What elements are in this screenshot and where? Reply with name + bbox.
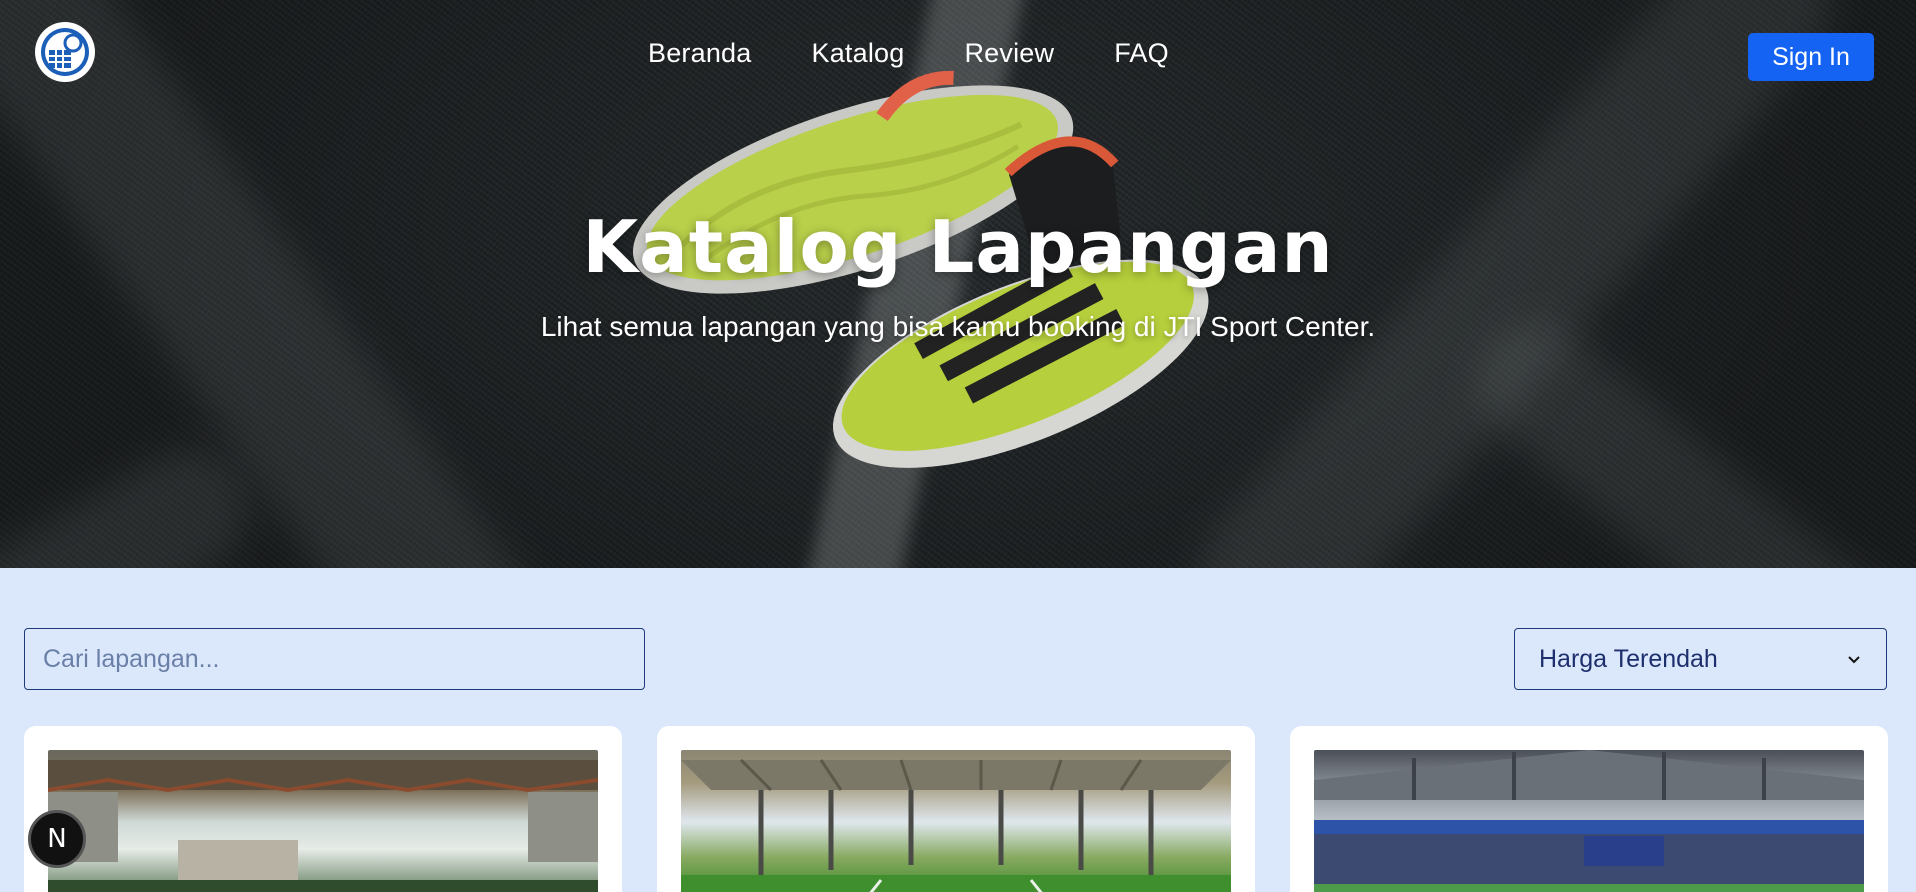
court-image (681, 750, 1231, 892)
sort-select[interactable]: Harga Terendah (1514, 628, 1887, 690)
sign-in-button[interactable]: Sign In (1748, 33, 1874, 81)
main-nav: Beranda Katalog Review FAQ (648, 38, 1169, 69)
page-title: Katalog Lapangan (582, 205, 1334, 289)
court-card[interactable] (24, 726, 622, 892)
hero-banner: Beranda Katalog Review FAQ Sign In Katal… (0, 0, 1916, 568)
nav-link-katalog[interactable]: Katalog (811, 38, 904, 69)
chevron-down-icon (1848, 656, 1860, 664)
globe-logo-icon (41, 28, 89, 76)
search-input[interactable] (24, 628, 645, 690)
nav-link-faq[interactable]: FAQ (1114, 38, 1169, 69)
court-card[interactable] (657, 726, 1255, 892)
page-subtitle: Lihat semua lapangan yang bisa kamu book… (540, 311, 1376, 342)
nav-link-review[interactable]: Review (964, 38, 1054, 69)
court-image (1314, 750, 1864, 892)
site-logo[interactable] (35, 22, 95, 82)
dev-tools-badge[interactable]: N (28, 810, 86, 868)
nav-link-beranda[interactable]: Beranda (648, 38, 751, 69)
sort-selected-value: Harga Terendah (1539, 644, 1718, 673)
court-image (48, 750, 598, 892)
court-card[interactable] (1290, 726, 1888, 892)
dev-badge-label: N (47, 824, 67, 854)
turf-line-decoration (0, 428, 270, 568)
